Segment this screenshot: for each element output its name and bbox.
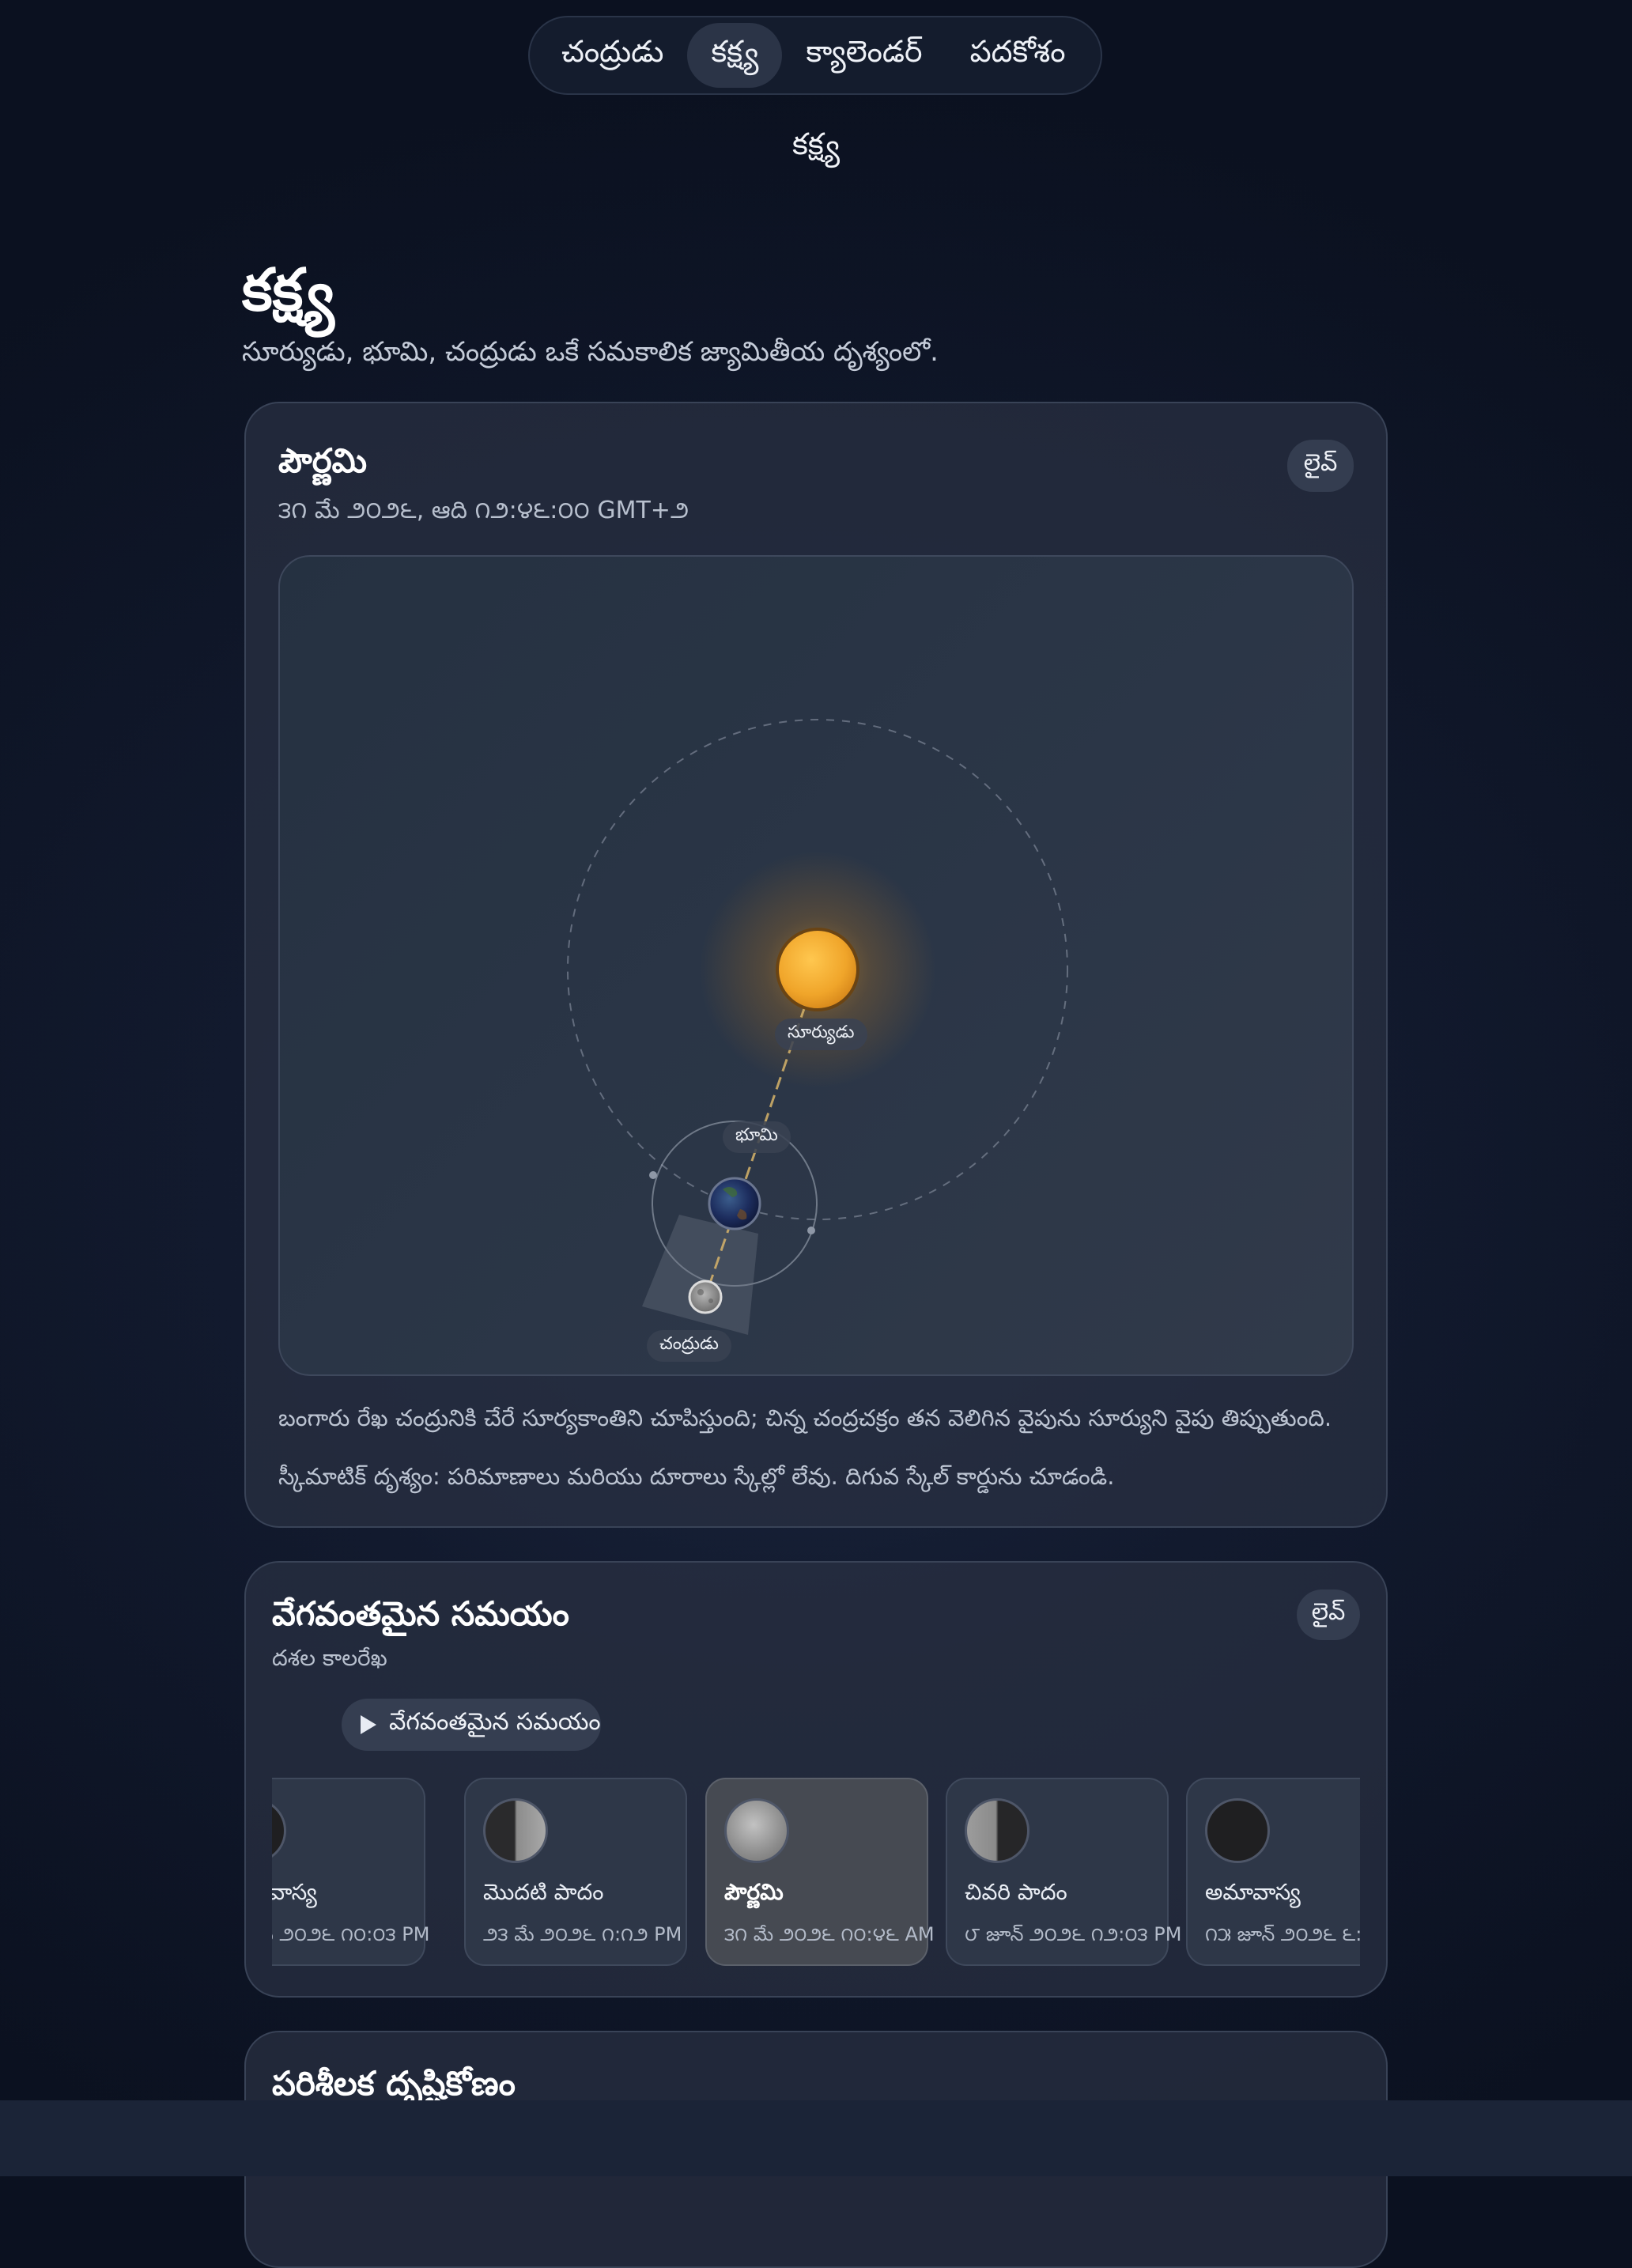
sun-label: సూర్యుడు bbox=[775, 1019, 867, 1050]
earth-label: భూమి bbox=[723, 1121, 791, 1153]
phase-timeline[interactable]: అమావాస్య ౧౬ మే ౨౦౨౬ ౧౦:౦౩ PM మొదటి పాదం … bbox=[272, 1778, 1360, 1969]
phase-name: పౌర్ణమి bbox=[724, 1879, 784, 1905]
bottom-bar bbox=[0, 2100, 1632, 2176]
current-section-label: కక్ష్య bbox=[792, 127, 840, 161]
live-badge-timelapse[interactable]: లైవ్ bbox=[1297, 1589, 1360, 1640]
timelapse-title: వేగవంతమైన సమయం bbox=[272, 1594, 569, 1633]
phase-date: ౩౧ మే ౨౦౨౬ ౧౦:౪౬ AM bbox=[724, 1923, 935, 1945]
orbit-svg bbox=[567, 719, 1068, 1335]
tab-moon[interactable]: చంద్రుడు bbox=[538, 23, 687, 88]
phase-title: పౌర్ణమి bbox=[278, 441, 368, 480]
page-title: కక్ష్య bbox=[242, 256, 334, 324]
sun[interactable] bbox=[776, 928, 859, 1011]
new-moon-icon bbox=[1205, 1798, 1270, 1863]
phase-card[interactable]: మొదటి పాదం ౨౩ మే ౨౦౨౬ ౧:౧౨ PM bbox=[464, 1778, 687, 1966]
tab-orbit[interactable]: కక్ష్య bbox=[687, 23, 783, 88]
phase-date: ౮ జూన్ ౨౦౨౬ ౧౨:౦౩ PM bbox=[965, 1923, 1182, 1945]
moon-crater bbox=[697, 1289, 704, 1295]
phase-date: ౧౫ జూన్ ౨౦౨౬ ౬:౫౬ AM bbox=[1205, 1923, 1360, 1945]
play-icon bbox=[361, 1715, 376, 1734]
sunlight-note: బంగారు రేఖ చంద్రునికి చేరే సూర్యకాంతిని … bbox=[278, 1404, 1332, 1431]
phase-card[interactable]: అమావాస్య ౧౫ జూన్ ౨౦౨౬ ౬:౫౬ AM bbox=[1186, 1778, 1360, 1966]
page-description: సూర్యుడు, భూమి, చంద్రుడు ఒకే సమకాలిక జ్య… bbox=[242, 336, 939, 368]
moon-label: చంద్రుడు bbox=[647, 1330, 731, 1362]
last-quarter-moon-icon bbox=[965, 1798, 1029, 1863]
orbit-diagram bbox=[278, 555, 1354, 1376]
earth-shadow bbox=[642, 1215, 758, 1335]
top-nav: చంద్రుడు కక్ష్య క్యాలెండర్ పదకోశం bbox=[528, 16, 1102, 95]
phase-date: ౧౬ మే ౨౦౨౬ ౧౦:౦౩ PM bbox=[272, 1923, 430, 1945]
orbit-marker bbox=[807, 1227, 815, 1234]
moon[interactable] bbox=[688, 1280, 723, 1314]
phase-card[interactable]: అమావాస్య ౧౬ మే ౨౦౨౬ ౧౦:౦౩ PM bbox=[272, 1778, 429, 1966]
live-badge[interactable]: లైవ్ bbox=[1287, 440, 1354, 492]
phase-name: అమావాస్య bbox=[272, 1879, 317, 1905]
phase-card-active[interactable]: పౌర్ణమి ౩౧ మే ౨౦౨౬ ౧౦:౪౬ AM bbox=[705, 1778, 935, 1966]
earth[interactable] bbox=[708, 1177, 761, 1230]
phase-date: ౨౩ మే ౨౦౨౬ ౧:౧౨ PM bbox=[483, 1923, 682, 1945]
orbit-marker bbox=[649, 1171, 657, 1179]
phase-datetime: ౩౧ మే ౨౦౨౬, ఆది ౧౨:౪౬:౦౦ GMT+౨ bbox=[278, 497, 689, 524]
phase-name: చివరి పాదం bbox=[965, 1879, 1067, 1905]
tab-glossary[interactable]: పదకోశం bbox=[946, 23, 1090, 88]
phase-card[interactable]: చివరి పాదం ౮ జూన్ ౨౦౨౬ ౧౨:౦౩ PM bbox=[946, 1778, 1181, 1966]
timelapse-subtitle: దశల కాలరేఖ bbox=[272, 1645, 387, 1671]
new-moon-icon bbox=[272, 1798, 286, 1863]
scale-note: స్కీమాటిక్ దృశ్యం: పరిమాణాలు మరియు దూరాల… bbox=[278, 1463, 1115, 1490]
moon-crater bbox=[708, 1298, 713, 1303]
play-button-label: వేగవంతమైన సమయం bbox=[389, 1708, 601, 1736]
tab-calendar[interactable]: క్యాలెండర్ bbox=[782, 23, 946, 88]
play-timelapse-button[interactable]: వేగవంతమైన సమయం bbox=[342, 1699, 601, 1751]
full-moon-icon bbox=[724, 1798, 789, 1863]
first-quarter-moon-icon bbox=[483, 1798, 548, 1863]
phase-name: మొదటి పాదం bbox=[483, 1879, 604, 1905]
phase-name: అమావాస్య bbox=[1205, 1879, 1301, 1905]
